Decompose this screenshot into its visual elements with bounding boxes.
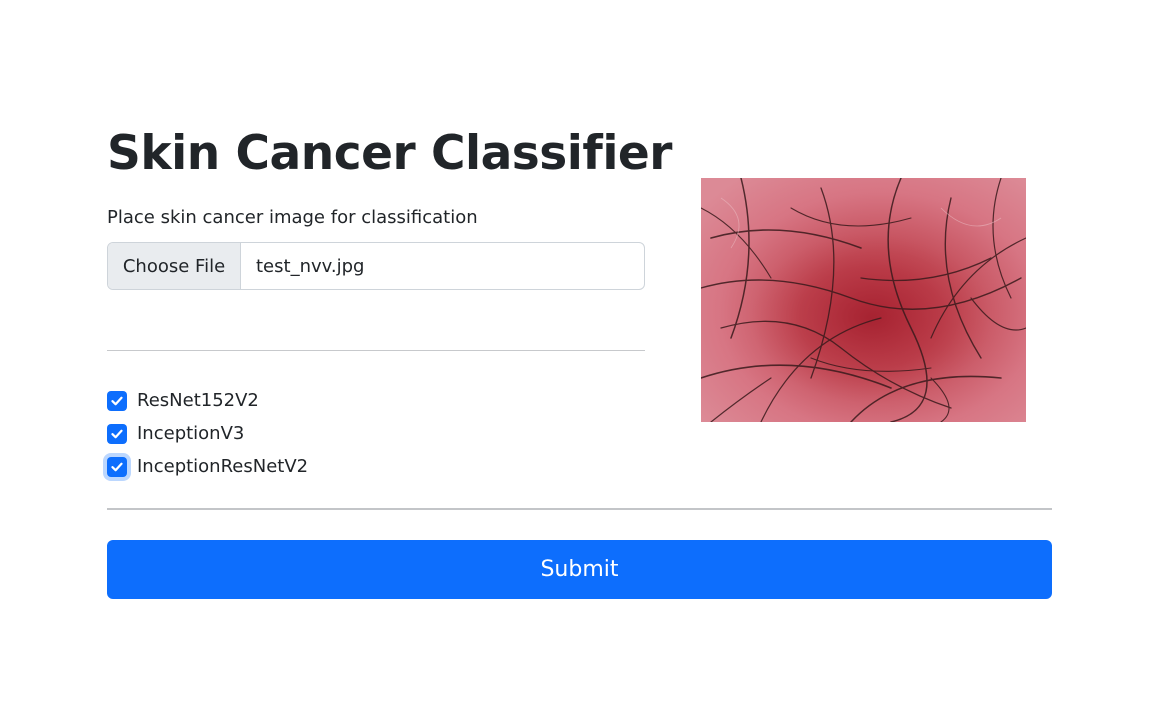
model-checklist: ResNet152V2 InceptionV3 InceptionResNetV… — [107, 384, 308, 483]
page-title: Skin Cancer Classifier — [107, 126, 672, 181]
model-option-inceptionresnetv2[interactable]: InceptionResNetV2 — [107, 450, 308, 483]
selected-file-name: test_nvv.jpg — [256, 255, 365, 277]
model-option-resnet152v2[interactable]: ResNet152V2 — [107, 384, 308, 417]
inceptionv3-label[interactable]: InceptionV3 — [137, 423, 244, 444]
submit-button[interactable]: Submit — [107, 540, 1052, 599]
file-input[interactable]: Choose File test_nvv.jpg — [107, 242, 645, 290]
choose-file-button[interactable]: Choose File — [108, 243, 241, 289]
section-divider — [107, 350, 645, 351]
model-option-inceptionv3[interactable]: InceptionV3 — [107, 417, 308, 450]
resnet152v2-checkbox[interactable] — [107, 390, 127, 411]
check-icon — [111, 462, 123, 471]
check-icon — [111, 429, 123, 438]
inceptionresnetv2-label[interactable]: InceptionResNetV2 — [137, 456, 308, 477]
inceptionv3-checkbox[interactable] — [107, 423, 127, 444]
upload-instruction: Place skin cancer image for classificati… — [107, 207, 478, 228]
form-divider — [107, 508, 1052, 510]
inceptionresnetv2-checkbox[interactable] — [107, 456, 127, 477]
check-icon — [111, 396, 123, 405]
resnet152v2-label[interactable]: ResNet152V2 — [137, 390, 259, 411]
image-preview — [701, 178, 1026, 422]
